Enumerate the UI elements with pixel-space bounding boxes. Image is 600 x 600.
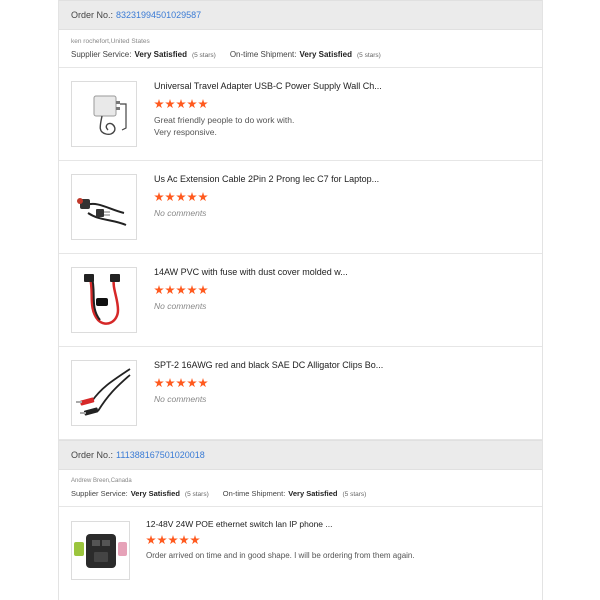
order-number-link[interactable]: 111388167501020018 (116, 450, 205, 460)
star-icon (154, 99, 164, 109)
review-comment-line: No comments (154, 394, 207, 404)
alligator-clips-icon (76, 368, 131, 416)
star-icon (154, 192, 164, 202)
buyer-name: Andrew Breen,Canada (71, 478, 132, 484)
shipment-value: Very Satisfied (299, 50, 352, 59)
poe-switch-icon (74, 534, 127, 568)
product-rating-stars (154, 99, 532, 109)
order-block: Order No.: 111388167501020018 Andrew Bre… (59, 440, 542, 589)
product-rating-stars (154, 378, 532, 388)
star-icon (198, 285, 208, 295)
product-thumbnail[interactable] (71, 360, 137, 426)
product-review-item: Universal Travel Adapter USB-C Power Sup… (59, 68, 542, 161)
supplier-service-rating: Supplier Service: Very Satisfied (5 stars) (71, 50, 216, 59)
star-icon (187, 285, 197, 295)
product-review-item: 14AW PVC with fuse with dust cover molde… (59, 254, 542, 347)
star-icon (179, 535, 189, 545)
supplier-service-rating: Supplier Service: Very Satisfied (5 stars) (71, 489, 209, 498)
product-title-link[interactable]: Us Ac Extension Cable 2Pin 2 Prong Iec C… (154, 174, 474, 184)
review-comment-line: Great friendly people to do work with. (154, 115, 295, 125)
review-comment-line: Very responsive. (154, 127, 217, 137)
product-details: Us Ac Extension Cable 2Pin 2 Prong Iec C… (154, 174, 532, 219)
shipment-rating: On-time Shipment: Very Satisfied (5 stars) (230, 50, 381, 59)
shipment-stars: (5 stars) (357, 52, 381, 59)
shipment-label: On-time Shipment: (229, 50, 297, 59)
star-icon (154, 285, 164, 295)
product-rating-stars (154, 285, 532, 295)
buyer-name: ken rochefort,United States (71, 38, 150, 45)
star-icon (198, 378, 208, 388)
product-thumbnail[interactable] (71, 174, 137, 240)
product-title-link[interactable]: 14AW PVC with fuse with dust cover molde… (154, 267, 474, 277)
product-title-link[interactable]: SPT-2 16AWG red and black SAE DC Alligat… (154, 360, 474, 370)
star-icon (165, 285, 175, 295)
supplier-service-stars: (5 stars) (184, 491, 209, 498)
product-review-item: 12-48V 24W POE ethernet switch lan IP ph… (59, 507, 542, 589)
buyer-info: ken rochefort,United States Supplier Ser… (59, 30, 542, 68)
star-icon (187, 378, 197, 388)
product-review-item: Us Ac Extension Cable 2Pin 2 Prong Iec C… (59, 161, 542, 254)
shipment-rating: On-time Shipment: Very Satisfied (5 stars) (223, 489, 367, 498)
star-icon (187, 192, 197, 202)
order-number-label: Order No.: (71, 450, 114, 460)
star-icon (176, 99, 186, 109)
product-details: 14AW PVC with fuse with dust cover molde… (154, 267, 532, 312)
product-rating-stars (154, 192, 532, 202)
feedback-panel: Order No.: 83231994501029587 ken rochefo… (58, 0, 543, 600)
star-icon (187, 99, 197, 109)
review-comment-line: Order arrived on time and in good shape.… (146, 551, 415, 560)
star-icon (154, 378, 164, 388)
product-thumbnail[interactable] (71, 267, 137, 333)
shipment-label: On-time Shipment: (222, 489, 286, 498)
review-comment-line: No comments (154, 208, 207, 218)
product-thumbnail[interactable] (71, 81, 137, 147)
product-rating-stars (146, 535, 532, 545)
order-number-label: Order No.: (71, 10, 114, 20)
review-comment-line: No comments (154, 301, 207, 311)
product-details: SPT-2 16AWG red and black SAE DC Alligat… (154, 360, 532, 405)
order-header: Order No.: 111388167501020018 (59, 440, 542, 470)
shipment-stars: (5 stars) (342, 491, 367, 498)
star-icon (168, 535, 178, 545)
supplier-service-label: Supplier Service: (71, 489, 128, 498)
shipment-value: Very Satisfied (288, 489, 338, 498)
product-thumbnail[interactable] (71, 521, 130, 580)
product-details: 12-48V 24W POE ethernet switch lan IP ph… (146, 519, 532, 562)
star-icon (165, 99, 175, 109)
supplier-service-stars: (5 stars) (191, 52, 216, 59)
star-icon (157, 535, 167, 545)
buyer-info: Andrew Breen,Canada Supplier Service: Ver… (59, 470, 542, 507)
star-icon (198, 99, 208, 109)
order-header: Order No.: 83231994501029587 (59, 0, 542, 30)
product-review-item: SPT-2 16AWG red and black SAE DC Alligat… (59, 347, 542, 440)
star-icon (176, 378, 186, 388)
product-details: Universal Travel Adapter USB-C Power Sup… (154, 81, 532, 138)
supplier-service-value: Very Satisfied (134, 50, 187, 59)
product-title-link[interactable]: 12-48V 24W POE ethernet switch lan IP ph… (146, 519, 466, 529)
star-icon (165, 378, 175, 388)
power-adapter-icon (93, 95, 127, 136)
order-block: Order No.: 83231994501029587 ken rochefo… (59, 0, 542, 440)
product-title-link[interactable]: Universal Travel Adapter USB-C Power Sup… (154, 81, 474, 91)
supplier-service-value: Very Satisfied (130, 489, 180, 498)
star-icon (146, 535, 156, 545)
order-ratings: Supplier Service: Very Satisfied (5 stars)… (71, 50, 530, 59)
extension-cable-icon (77, 198, 127, 226)
order-number-link[interactable]: 83231994501029587 (116, 10, 201, 20)
supplier-service-label: Supplier Service: (71, 50, 132, 59)
star-icon (176, 285, 186, 295)
star-icon (165, 192, 175, 202)
star-icon (198, 192, 208, 202)
star-icon (190, 535, 200, 545)
order-ratings: Supplier Service: Very Satisfied (5 stars)… (71, 489, 530, 498)
star-icon (176, 192, 186, 202)
fuse-cable-icon (84, 274, 120, 325)
